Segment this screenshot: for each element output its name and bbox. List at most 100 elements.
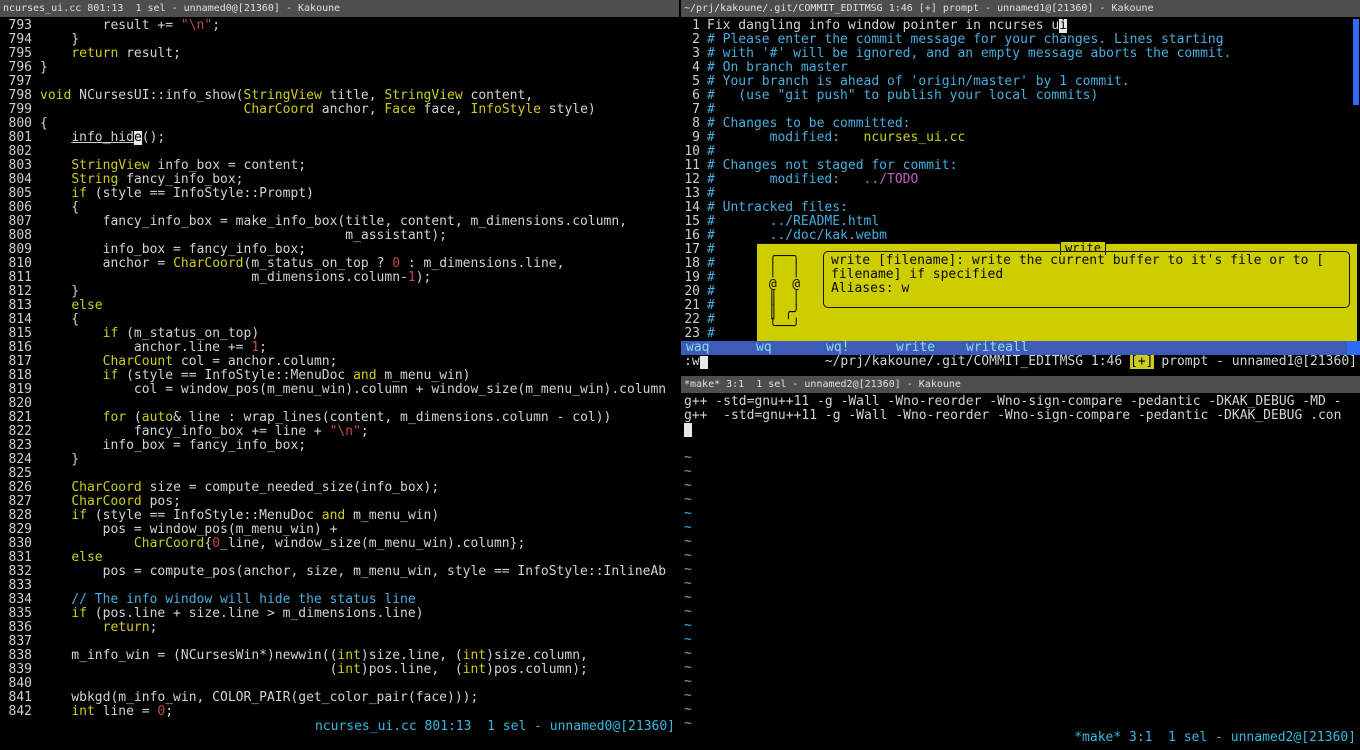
buffer-line[interactable]: 818 if (style == InfoStyle::MenuDoc and … <box>8 369 679 383</box>
completion-menu-scroll-indicator[interactable] <box>1347 341 1360 355</box>
buffer-line[interactable]: 816 anchor.line += 1; <box>8 341 679 355</box>
buffer-line[interactable] <box>684 423 1360 437</box>
buffer-line[interactable]: ~ <box>684 661 1360 675</box>
buffer-line[interactable]: 812 } <box>8 285 679 299</box>
buffer-line[interactable]: 15# ../README.html <box>684 215 1360 229</box>
make-buffer-view[interactable]: g++ -std=gnu++11 -g -Wall -Wno-reorder -… <box>681 395 1360 731</box>
buffer-line[interactable]: 803 StringView info_box = content; <box>8 159 679 173</box>
buffer-line[interactable]: 11# Changes not staged for commit: <box>684 159 1360 173</box>
menu-item-waq[interactable]: waq <box>686 341 756 355</box>
buffer-line[interactable]: 14# Untracked files: <box>684 201 1360 215</box>
buffer-line[interactable]: 834 // The info window will hide the sta… <box>8 593 679 607</box>
buffer-line[interactable]: 807 fancy_info_box = make_info_box(title… <box>8 215 679 229</box>
buffer-line[interactable]: 841 wbkgd(m_info_win, COLOR_PAIR(get_col… <box>8 691 679 705</box>
menu-item-wq[interactable]: wq! <box>826 341 896 355</box>
buffer-line[interactable]: 813 else <box>8 299 679 313</box>
buffer-line[interactable]: 12# modified: ../TODO <box>684 173 1360 187</box>
buffer-line[interactable]: 795 return result; <box>8 47 679 61</box>
buffer-line[interactable]: ~ <box>684 647 1360 661</box>
buffer-line[interactable]: 797 <box>8 75 679 89</box>
buffer-line[interactable]: ~ <box>684 577 1360 591</box>
buffer-line[interactable]: 831 else <box>8 551 679 565</box>
buffer-line[interactable]: g++ -std=gnu++11 -g -Wall -Wno-reorder -… <box>684 409 1360 423</box>
buffer-line[interactable]: ~ <box>684 605 1360 619</box>
buffer-line[interactable]: ~ <box>684 689 1360 703</box>
buffer-line[interactable]: 814 { <box>8 313 679 327</box>
buffer-line[interactable]: ~ <box>684 633 1360 647</box>
buffer-line[interactable]: 800{ <box>8 117 679 131</box>
buffer-line[interactable]: 826 CharCoord size = compute_needed_size… <box>8 481 679 495</box>
buffer-line[interactable]: 802 <box>8 145 679 159</box>
buffer-line[interactable]: 799 CharCoord anchor, Face face, InfoSty… <box>8 103 679 117</box>
buffer-line[interactable]: 825 <box>8 467 679 481</box>
menu-item-wq[interactable]: wq <box>756 341 826 355</box>
buffer-line[interactable]: 822 fancy_info_box += line + "\n"; <box>8 425 679 439</box>
buffer-line[interactable]: 839 (int)pos.line, (int)pos.column); <box>8 663 679 677</box>
buffer-line[interactable]: ~ <box>684 591 1360 605</box>
buffer-line[interactable]: 821 for (auto& line : wrap_lines(content… <box>8 411 679 425</box>
make-window-titlebar[interactable]: *make* 3:1 1 sel - unnamed2@[21360] - Ka… <box>681 376 1360 393</box>
menu-item-write[interactable]: write <box>896 341 966 355</box>
buffer-line[interactable]: 806 { <box>8 201 679 215</box>
buffer-line[interactable]: ~ <box>684 465 1360 479</box>
buffer-line[interactable]: 805 if (style == InfoStyle::Prompt) <box>8 187 679 201</box>
buffer-line[interactable]: 5# Your branch is ahead of 'origin/maste… <box>684 75 1360 89</box>
buffer-line[interactable]: 4# On branch master <box>684 61 1360 75</box>
buffer-line[interactable]: 801 info_hide(); <box>8 131 679 145</box>
buffer-line[interactable]: 836 return; <box>8 621 679 635</box>
left-window-titlebar[interactable]: ncurses_ui.cc 801:13 1 sel - unnamed0@[2… <box>0 0 679 17</box>
buffer-line[interactable]: 840 <box>8 677 679 691</box>
buffer-line[interactable]: 9# modified: ncurses_ui.cc <box>684 131 1360 145</box>
buffer-line[interactable]: 809 info_box = fancy_info_box; <box>8 243 679 257</box>
menu-item-writeall[interactable]: writeall <box>966 341 1036 355</box>
left-buffer-view[interactable]: 793 result += "\n";794 }795 return resul… <box>0 19 679 719</box>
buffer-line[interactable]: 16# ../doc/kak.webm <box>684 229 1360 243</box>
buffer-line[interactable]: 815 if (m_status_on_top) <box>8 327 679 341</box>
buffer-line[interactable]: ~ <box>684 451 1360 465</box>
buffer-line[interactable]: 2# Please enter the commit message for y… <box>684 33 1360 47</box>
buffer-line[interactable]: g++ -std=gnu++11 -g -Wall -Wno-reorder -… <box>684 395 1360 409</box>
commit-window-titlebar[interactable]: ~/prj/kakoune/.git/COMMIT_EDITMSG 1:46 [… <box>681 0 1360 17</box>
buffer-line[interactable]: 830 CharCoord{0_line, window_size(m_menu… <box>8 537 679 551</box>
buffer-line[interactable]: ~ <box>684 507 1360 521</box>
buffer-line[interactable]: 6# (use "git push" to publish your local… <box>684 89 1360 103</box>
buffer-line[interactable]: ~ <box>684 479 1360 493</box>
buffer-line[interactable]: ~ <box>684 521 1360 535</box>
buffer-line[interactable]: 837 <box>8 635 679 649</box>
buffer-line[interactable]: 829 pos = window_pos(m_menu_win) + <box>8 523 679 537</box>
buffer-line[interactable]: 811 m_dimensions.column-1); <box>8 271 679 285</box>
buffer-line[interactable]: 3# with '#' will be ignored, and an empt… <box>684 47 1360 61</box>
buffer-line[interactable]: 8# Changes to be committed: <box>684 117 1360 131</box>
buffer-line[interactable]: 10# <box>684 145 1360 159</box>
buffer-line[interactable]: 7# <box>684 103 1360 117</box>
buffer-line[interactable]: 798void NCursesUI::info_show(StringView … <box>8 89 679 103</box>
buffer-line[interactable]: 833 <box>8 579 679 593</box>
buffer-line[interactable]: 793 result += "\n"; <box>8 19 679 33</box>
buffer-line[interactable]: 810 anchor = CharCoord(m_status_on_top ?… <box>8 257 679 271</box>
buffer-line[interactable]: 819 col = window_pos(m_menu_win).column … <box>8 383 679 397</box>
buffer-line[interactable]: 13# <box>684 187 1360 201</box>
buffer-line[interactable]: 1Fix dangling info window pointer in ncu… <box>684 19 1360 33</box>
buffer-line[interactable]: 838 m_info_win = (NCursesWin*)newwin((in… <box>8 649 679 663</box>
buffer-line[interactable]: 820 <box>8 397 679 411</box>
buffer-line[interactable]: 817 CharCount col = anchor.column; <box>8 355 679 369</box>
commit-scrollbar[interactable] <box>1353 19 1359 105</box>
buffer-line[interactable]: ~ <box>684 703 1360 717</box>
buffer-line[interactable]: ~ <box>684 535 1360 549</box>
buffer-line[interactable]: 828 if (style == InfoStyle::MenuDoc and … <box>8 509 679 523</box>
buffer-line[interactable]: ~ <box>684 493 1360 507</box>
buffer-line[interactable]: 808 m_assistant); <box>8 229 679 243</box>
buffer-line[interactable]: 804 String fancy_info_box; <box>8 173 679 187</box>
buffer-line[interactable]: 796} <box>8 61 679 75</box>
buffer-line[interactable]: 823 info_box = fancy_info_box; <box>8 439 679 453</box>
buffer-line[interactable]: ~ <box>684 717 1360 731</box>
buffer-line[interactable]: 832 pos = compute_pos(anchor, size, m_me… <box>8 565 679 579</box>
buffer-line[interactable]: 824 } <box>8 453 679 467</box>
buffer-line[interactable]: 835 if (pos.line + size.line > m_dimensi… <box>8 607 679 621</box>
buffer-line[interactable] <box>684 437 1360 451</box>
buffer-line[interactable]: 842 int line = 0; <box>8 705 679 719</box>
completion-menu[interactable]: waqwqwq!writewriteall <box>681 341 1360 355</box>
command-prompt-input[interactable]: :w <box>684 355 700 369</box>
buffer-line[interactable]: 794 } <box>8 33 679 47</box>
buffer-line[interactable]: ~ <box>684 675 1360 689</box>
